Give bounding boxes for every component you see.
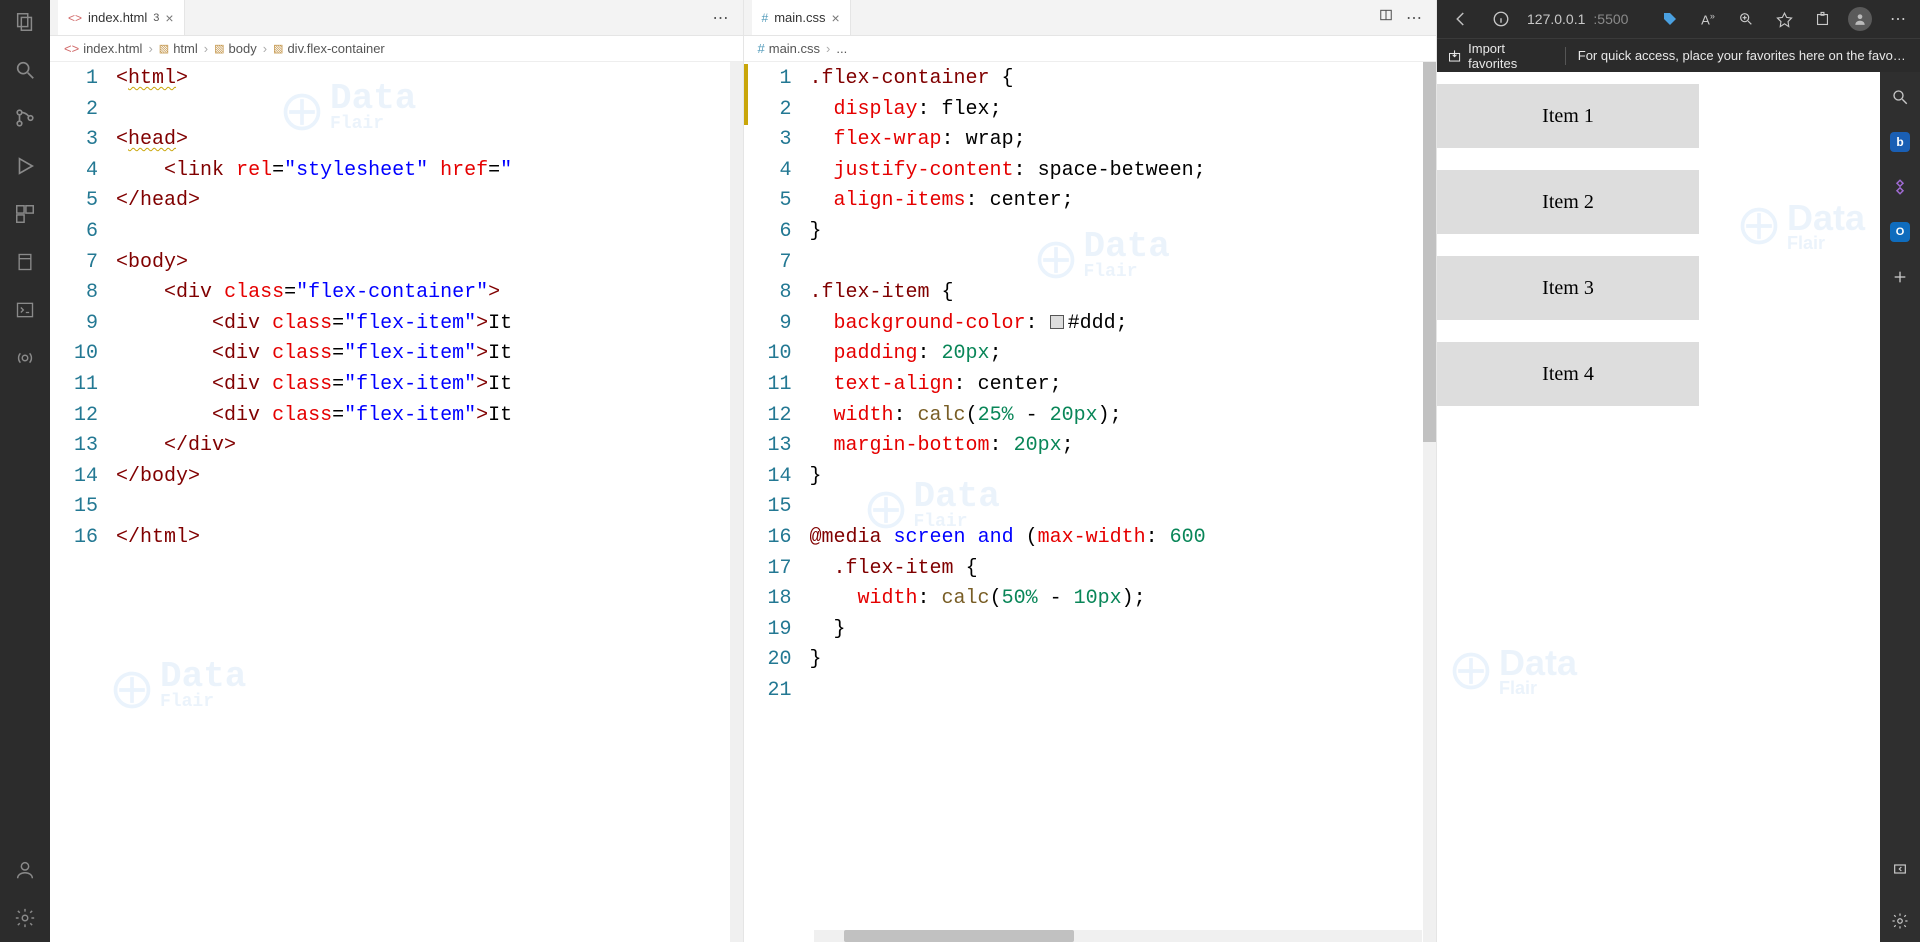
editor-group: <> index.html 3 × ⋯ <> index.html› ▧html… bbox=[50, 0, 1437, 942]
favorites-hint-text: For quick access, place your favorites h… bbox=[1578, 48, 1910, 63]
more-menu-icon[interactable]: ⋯ bbox=[1886, 7, 1910, 31]
preview-flex-item: Item 3 bbox=[1437, 256, 1699, 320]
add-tool-icon[interactable] bbox=[1889, 266, 1911, 288]
address-bar[interactable]: 127.0.0.1 :5500 bbox=[1527, 11, 1628, 27]
scrollbar-thumb[interactable] bbox=[844, 930, 1074, 942]
breadcrumb-item[interactable]: ▧body bbox=[214, 41, 257, 56]
separator bbox=[1565, 47, 1566, 65]
preview-flex-item: Item 2 bbox=[1437, 170, 1699, 234]
browser-viewport[interactable]: Item 1Item 2Item 3Item 4 DataFlair DataF… bbox=[1437, 72, 1880, 942]
more-actions-icon[interactable]: ⋯ bbox=[707, 8, 735, 28]
scrollbar-thumb[interactable] bbox=[1423, 62, 1436, 442]
split-editor-icon[interactable] bbox=[1372, 8, 1400, 27]
tab-main-css[interactable]: # main.css × bbox=[752, 0, 851, 35]
preview-flex-item: Item 1 bbox=[1437, 84, 1699, 148]
change-indicator bbox=[744, 64, 748, 125]
search-icon[interactable] bbox=[11, 56, 39, 84]
browser-toolbar: 127.0.0.1 :5500 A» ⋯ bbox=[1437, 0, 1920, 38]
close-icon[interactable]: × bbox=[165, 10, 173, 26]
bookmark-icon[interactable] bbox=[11, 248, 39, 276]
html-file-icon: <> bbox=[68, 11, 82, 25]
extensions-browser-icon[interactable] bbox=[1810, 7, 1834, 31]
code-content[interactable]: <html><head> <link rel="stylesheet" href… bbox=[116, 62, 743, 942]
copilot-icon[interactable] bbox=[1889, 176, 1911, 198]
outlook-icon[interactable]: O bbox=[1890, 222, 1910, 242]
url-port: :5500 bbox=[1593, 11, 1628, 27]
tab-bar-left: <> index.html 3 × ⋯ bbox=[50, 0, 743, 36]
code-content[interactable]: .flex-container { display: flex; flex-wr… bbox=[810, 62, 1437, 942]
back-button[interactable] bbox=[1447, 5, 1475, 33]
preview-flex-item: Item 4 bbox=[1437, 342, 1699, 406]
account-icon[interactable] bbox=[11, 856, 39, 884]
tab-dirty-count: 3 bbox=[153, 12, 159, 24]
code-editor-right[interactable]: 123456789101112131415161718192021 .flex-… bbox=[744, 62, 1437, 942]
tab-label: index.html bbox=[88, 10, 147, 25]
close-icon[interactable]: × bbox=[831, 10, 839, 26]
tab-bar-right: # main.css × ⋯ bbox=[744, 0, 1437, 36]
css-file-icon: # bbox=[762, 11, 769, 25]
favorites-bar: Import favorites For quick access, place… bbox=[1437, 38, 1920, 72]
breadcrumb-item[interactable]: ▧html bbox=[159, 41, 198, 56]
breadcrumbs-right: # main.css› ... bbox=[744, 36, 1437, 62]
vertical-scrollbar[interactable] bbox=[1423, 62, 1436, 942]
settings-gear-icon[interactable] bbox=[11, 904, 39, 932]
extensions-icon[interactable] bbox=[11, 200, 39, 228]
read-aloud-icon[interactable]: A» bbox=[1696, 7, 1720, 31]
tab-label: main.css bbox=[774, 10, 825, 25]
terminal-icon[interactable] bbox=[11, 296, 39, 324]
breadcrumb-item[interactable]: <> index.html bbox=[64, 41, 142, 56]
horizontal-scrollbar[interactable] bbox=[814, 930, 1423, 942]
editor-pane-left: <> index.html 3 × ⋯ <> index.html› ▧html… bbox=[50, 0, 744, 942]
breadcrumb-item[interactable]: ... bbox=[836, 41, 847, 56]
tab-index-html[interactable]: <> index.html 3 × bbox=[58, 0, 185, 35]
breadcrumbs-left: <> index.html› ▧html› ▧body› ▧div.flex-c… bbox=[50, 36, 743, 62]
live-icon[interactable] bbox=[11, 344, 39, 372]
import-favorites-label: Import favorites bbox=[1468, 41, 1553, 71]
site-info-icon[interactable] bbox=[1489, 7, 1513, 31]
zoom-icon[interactable] bbox=[1734, 7, 1758, 31]
editor-pane-right: # main.css × ⋯ # main.css› ... 123456789… bbox=[744, 0, 1438, 942]
browser-preview: 127.0.0.1 :5500 A» ⋯ Import favorites For… bbox=[1437, 0, 1920, 942]
vertical-scrollbar[interactable] bbox=[730, 62, 743, 942]
browser-sidebar: b O bbox=[1880, 72, 1920, 942]
bing-icon[interactable]: b bbox=[1890, 132, 1910, 152]
explorer-icon[interactable] bbox=[11, 8, 39, 36]
more-actions-icon[interactable]: ⋯ bbox=[1400, 8, 1428, 28]
rendered-page: Item 1 Item 2 Item 3 Item 4 bbox=[1437, 72, 1874, 942]
favorites-star-icon[interactable] bbox=[1772, 7, 1796, 31]
run-debug-icon[interactable] bbox=[11, 152, 39, 180]
code-editor-left[interactable]: 12345678910111213141516 <html><head> <li… bbox=[50, 62, 743, 942]
sidebar-search-icon[interactable] bbox=[1889, 86, 1911, 108]
collapse-sidebar-icon[interactable] bbox=[1889, 858, 1911, 880]
line-gutter: 12345678910111213141516 bbox=[50, 62, 116, 942]
shopping-tag-icon[interactable] bbox=[1658, 7, 1682, 31]
url-host: 127.0.0.1 bbox=[1527, 11, 1585, 27]
line-gutter: 123456789101112131415161718192021 bbox=[744, 62, 810, 942]
browser-settings-icon[interactable] bbox=[1889, 910, 1911, 932]
vscode-activity-bar bbox=[0, 0, 50, 942]
import-favorites-button[interactable]: Import favorites bbox=[1447, 41, 1553, 71]
breadcrumb-item[interactable]: # main.css bbox=[758, 41, 821, 56]
profile-avatar[interactable] bbox=[1848, 7, 1872, 31]
source-control-icon[interactable] bbox=[11, 104, 39, 132]
breadcrumb-item[interactable]: ▧div.flex-container bbox=[273, 41, 385, 56]
